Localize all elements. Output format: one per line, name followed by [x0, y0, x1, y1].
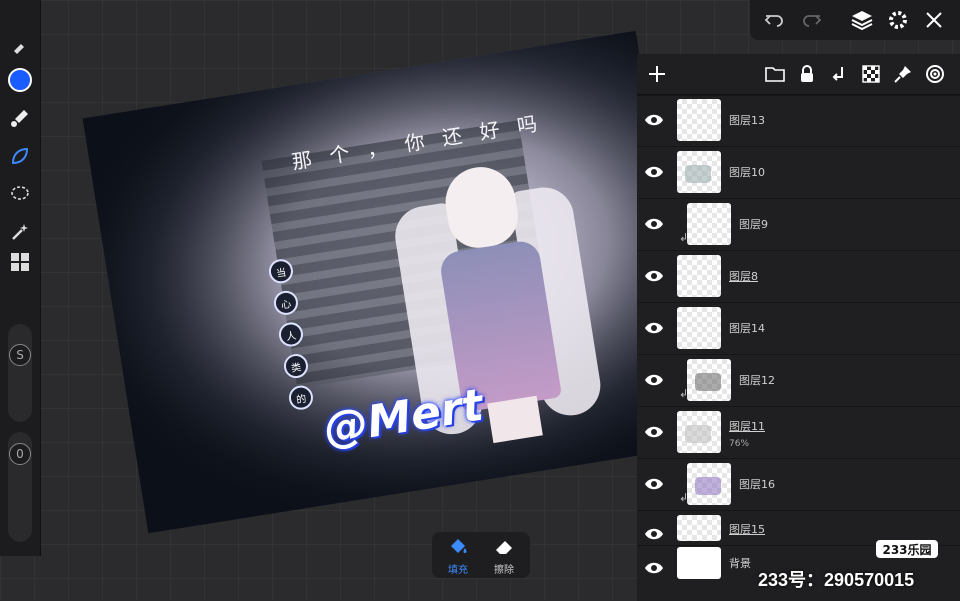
eye-icon[interactable] — [643, 473, 665, 495]
layer-name: 图层9 — [739, 218, 768, 231]
layer-name: 图层15 — [729, 523, 765, 536]
layers-icon[interactable] — [850, 8, 874, 32]
undo-icon[interactable] — [762, 8, 786, 32]
paint-bucket-icon — [451, 539, 467, 553]
eye-icon[interactable] — [643, 161, 665, 183]
gear-icon[interactable] — [886, 8, 910, 32]
eye-icon[interactable] — [643, 317, 665, 339]
circle-label: 类 — [282, 352, 310, 380]
layer-row[interactable]: 图层13 — [637, 95, 960, 147]
layer-row[interactable]: 图层14 — [637, 303, 960, 355]
size-slider[interactable]: S — [8, 324, 32, 422]
opacity-slider-knob[interactable]: 0 — [9, 443, 31, 465]
layer-name: 图层14 — [729, 322, 765, 335]
layer-name: 图层13 — [729, 114, 765, 127]
circle-label: 心 — [272, 289, 300, 317]
layer-name: 图层12 — [739, 374, 775, 387]
circle-label: 的 — [287, 383, 315, 412]
target-icon[interactable] — [923, 62, 947, 86]
magic-wand-icon[interactable] — [8, 220, 32, 244]
layer-row[interactable]: ↲ 图层12 — [637, 355, 960, 407]
layer-thumbnail — [677, 547, 721, 579]
smudge-icon[interactable] — [8, 144, 32, 168]
layer-row[interactable]: 图层11 76% — [637, 407, 960, 459]
eraser-icon — [496, 541, 512, 554]
lock-icon[interactable] — [795, 62, 819, 86]
layer-name: 图层8 — [729, 270, 758, 283]
layers-list: 图层13 图层10 ↲ 图层9 图层8 图层14 ↲ 图层12 图层11 76%… — [637, 95, 960, 601]
eye-icon[interactable] — [643, 265, 665, 287]
circle-label: 当 — [267, 257, 295, 285]
layer-thumbnail — [677, 99, 721, 141]
add-layer-icon[interactable] — [645, 62, 669, 86]
layer-row[interactable]: ↲ 图层9 — [637, 199, 960, 251]
pin-icon[interactable] — [891, 62, 915, 86]
top-toolbar — [750, 0, 960, 40]
erase-label: 擦除 — [494, 565, 514, 576]
layer-thumbnail — [687, 203, 731, 245]
layer-name: 背景 — [729, 557, 751, 570]
merge-down-icon[interactable] — [827, 62, 851, 86]
fill-erase-bar: 填充 擦除 — [432, 532, 530, 578]
circle-label: 人 — [277, 320, 305, 349]
layer-name: 图层11 — [729, 420, 765, 433]
left-toolbar: S 0 — [0, 0, 41, 556]
user-id-label: 233号：290570015 — [758, 570, 915, 590]
layer-name: 图层10 — [729, 166, 765, 179]
transparency-icon[interactable] — [859, 62, 883, 86]
redo-icon[interactable] — [800, 8, 824, 32]
layer-thumbnail — [677, 411, 721, 453]
eye-icon[interactable] — [643, 523, 665, 545]
layer-name: 图层16 — [739, 478, 775, 491]
color-swatch[interactable] — [8, 68, 32, 92]
folder-icon[interactable] — [763, 62, 787, 86]
eye-icon[interactable] — [643, 421, 665, 443]
eye-icon[interactable] — [643, 557, 665, 579]
close-icon[interactable] — [922, 8, 946, 32]
layers-panel: 图层13 图层10 ↲ 图层9 图层8 图层14 ↲ 图层12 图层11 76%… — [637, 54, 960, 601]
layer-thumbnail — [677, 307, 721, 349]
vignette — [82, 30, 702, 534]
eye-icon[interactable] — [643, 213, 665, 235]
paint-brush-icon[interactable] — [8, 106, 32, 130]
fill-button[interactable]: 填充 — [438, 536, 478, 576]
layer-thumbnail — [677, 151, 721, 193]
brush-icon[interactable] — [8, 34, 32, 58]
eye-icon[interactable] — [643, 369, 665, 391]
layer-row[interactable]: 图层8 — [637, 251, 960, 303]
legs — [487, 395, 543, 444]
layer-thumbnail — [677, 255, 721, 297]
size-slider-knob[interactable]: S — [9, 344, 31, 366]
lasso-icon[interactable] — [8, 182, 32, 206]
layer-row[interactable]: ↲ 图层16 — [637, 459, 960, 511]
app-logo: 233乐园 — [876, 540, 938, 558]
artwork-canvas[interactable]: 那个，你还好吗 当 心 人 类 的 @Mert — [82, 30, 702, 534]
layers-panel-header — [637, 54, 960, 95]
fill-label: 填充 — [448, 565, 468, 576]
layer-row[interactable]: 图层10 — [637, 147, 960, 199]
erase-button[interactable]: 擦除 — [484, 536, 524, 576]
layer-thumbnail — [687, 463, 731, 505]
layer-opacity: 76% — [729, 439, 750, 449]
layer-thumbnail — [687, 359, 731, 401]
layer-thumbnail — [677, 515, 721, 541]
opacity-slider[interactable]: 0 — [8, 432, 32, 542]
eye-icon[interactable] — [643, 109, 665, 131]
grid-icon[interactable] — [8, 250, 32, 274]
